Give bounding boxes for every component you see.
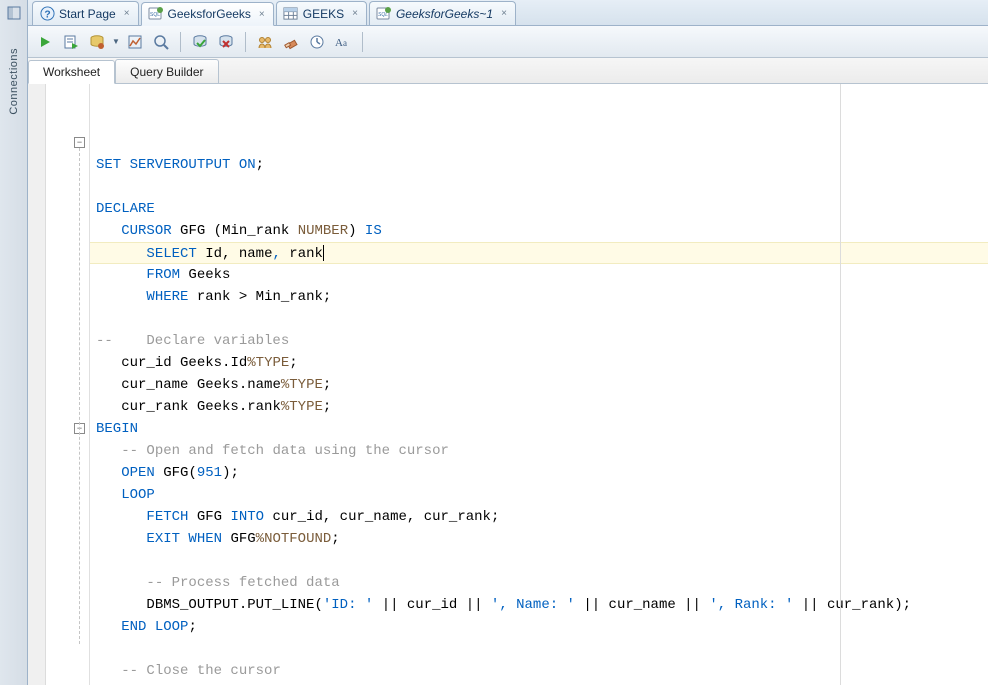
close-icon[interactable]: ×: [124, 8, 130, 19]
code-line[interactable]: SET SERVEROUTPUT ON;: [90, 154, 988, 176]
code-line[interactable]: OPEN GFG(951);: [90, 462, 988, 484]
subtab-worksheet[interactable]: Worksheet: [28, 60, 115, 84]
tab-label: GeeksforGeeks: [168, 7, 251, 21]
code-line[interactable]: BEGIN: [90, 418, 988, 440]
code-line[interactable]: END LOOP;: [90, 616, 988, 638]
run-script-button[interactable]: [60, 31, 82, 53]
dropdown-icon[interactable]: ▼: [112, 31, 120, 53]
code-line[interactable]: WHERE rank > Min_rank;: [90, 286, 988, 308]
svg-text:a: a: [343, 38, 347, 48]
commit-button[interactable]: [189, 31, 211, 53]
sql-history-button[interactable]: [306, 31, 328, 53]
close-icon[interactable]: ×: [501, 8, 507, 19]
print-margin: [840, 84, 841, 685]
sql-tuning-button[interactable]: [150, 31, 172, 53]
code-line[interactable]: cur_name Geeks.name%TYPE;: [90, 374, 988, 396]
toolbar-separator: [180, 32, 181, 52]
side-panel-label: Connections: [8, 48, 20, 115]
explain-plan-button[interactable]: [86, 31, 108, 53]
tab-start-page[interactable]: ? Start Page ×: [32, 1, 139, 25]
code-line[interactable]: DBMS_OUTPUT.PUT_LINE('ID: ' || cur_id ||…: [90, 594, 988, 616]
code-line[interactable]: -- Close the cursor: [90, 660, 988, 682]
editor-margin: [28, 84, 46, 685]
svg-text:A: A: [335, 37, 343, 49]
code-line[interactable]: CURSOR GFG (Min_rank NUMBER) IS: [90, 220, 988, 242]
unshared-worksheet-button[interactable]: [254, 31, 276, 53]
code-line[interactable]: LOOP: [90, 484, 988, 506]
code-line[interactable]: EXIT WHEN GFG%NOTFOUND;: [90, 528, 988, 550]
connections-side-panel[interactable]: Connections: [0, 0, 28, 685]
autotrace-button[interactable]: [124, 31, 146, 53]
code-line[interactable]: [90, 176, 988, 198]
subtab-query-builder[interactable]: Query Builder: [115, 59, 218, 83]
code-line[interactable]: -- Open and fetch data using the cursor: [90, 440, 988, 462]
worksheet-toolbar: ▼ Aa: [28, 26, 988, 58]
tab-label: GeeksforGeeks~1: [396, 7, 493, 21]
svg-text:SQL: SQL: [150, 12, 160, 18]
worksheet-subtabs: Worksheet Query Builder: [28, 58, 988, 84]
document-tabs: ? Start Page × SQL GeeksforGeeks × GEEKS…: [28, 0, 988, 26]
toolbar-separator: [362, 32, 363, 52]
code-area[interactable]: SET SERVEROUTPUT ON; DECLARE CURSOR GFG (…: [90, 84, 988, 685]
close-icon[interactable]: ×: [352, 8, 358, 19]
code-line[interactable]: FETCH GFG INTO cur_id, cur_name, cur_ran…: [90, 506, 988, 528]
close-icon[interactable]: ×: [259, 9, 265, 20]
tab-geeks-table[interactable]: GEEKS ×: [276, 1, 367, 25]
code-line[interactable]: SELECT Id, name, rank: [90, 242, 988, 264]
run-statement-button[interactable]: [34, 31, 56, 53]
code-line[interactable]: [90, 308, 988, 330]
subtab-label: Worksheet: [43, 65, 100, 79]
tab-geeksforgeeks-1[interactable]: SQL GeeksforGeeks~1 ×: [369, 1, 516, 25]
code-line[interactable]: cur_rank Geeks.rank%TYPE;: [90, 396, 988, 418]
table-icon: [283, 6, 299, 22]
code-editor[interactable]: −− SET SERVEROUTPUT ON; DECLARE CURSOR GF…: [28, 84, 988, 685]
code-line[interactable]: cur_id Geeks.Id%TYPE;: [90, 352, 988, 374]
code-line[interactable]: -- Process fetched data: [90, 572, 988, 594]
svg-text:?: ?: [44, 9, 50, 20]
to-upper-lower-button[interactable]: Aa: [332, 31, 354, 53]
subtab-label: Query Builder: [130, 65, 203, 79]
tab-label: Start Page: [59, 7, 116, 21]
code-line[interactable]: [90, 638, 988, 660]
fold-toggle-icon[interactable]: −: [74, 137, 85, 148]
code-line[interactable]: -- Declare variables: [90, 330, 988, 352]
text-caret: [323, 245, 324, 261]
sql-worksheet-icon: SQL: [148, 6, 164, 22]
main-area: ? Start Page × SQL GeeksforGeeks × GEEKS…: [28, 0, 988, 685]
help-icon: ?: [39, 6, 55, 22]
tab-geeksforgeeks[interactable]: SQL GeeksforGeeks ×: [141, 2, 274, 26]
toolbar-separator: [245, 32, 246, 52]
code-line[interactable]: DECLARE: [90, 198, 988, 220]
clear-button[interactable]: [280, 31, 302, 53]
panel-collapse-icon[interactable]: [5, 4, 23, 22]
tab-label: GEEKS: [303, 7, 344, 21]
rollback-button[interactable]: [215, 31, 237, 53]
code-line[interactable]: [90, 550, 988, 572]
editor-gutter[interactable]: −−: [46, 84, 90, 685]
svg-text:SQL: SQL: [378, 12, 388, 18]
sql-worksheet-icon: SQL: [376, 6, 392, 22]
code-line[interactable]: FROM Geeks: [90, 264, 988, 286]
